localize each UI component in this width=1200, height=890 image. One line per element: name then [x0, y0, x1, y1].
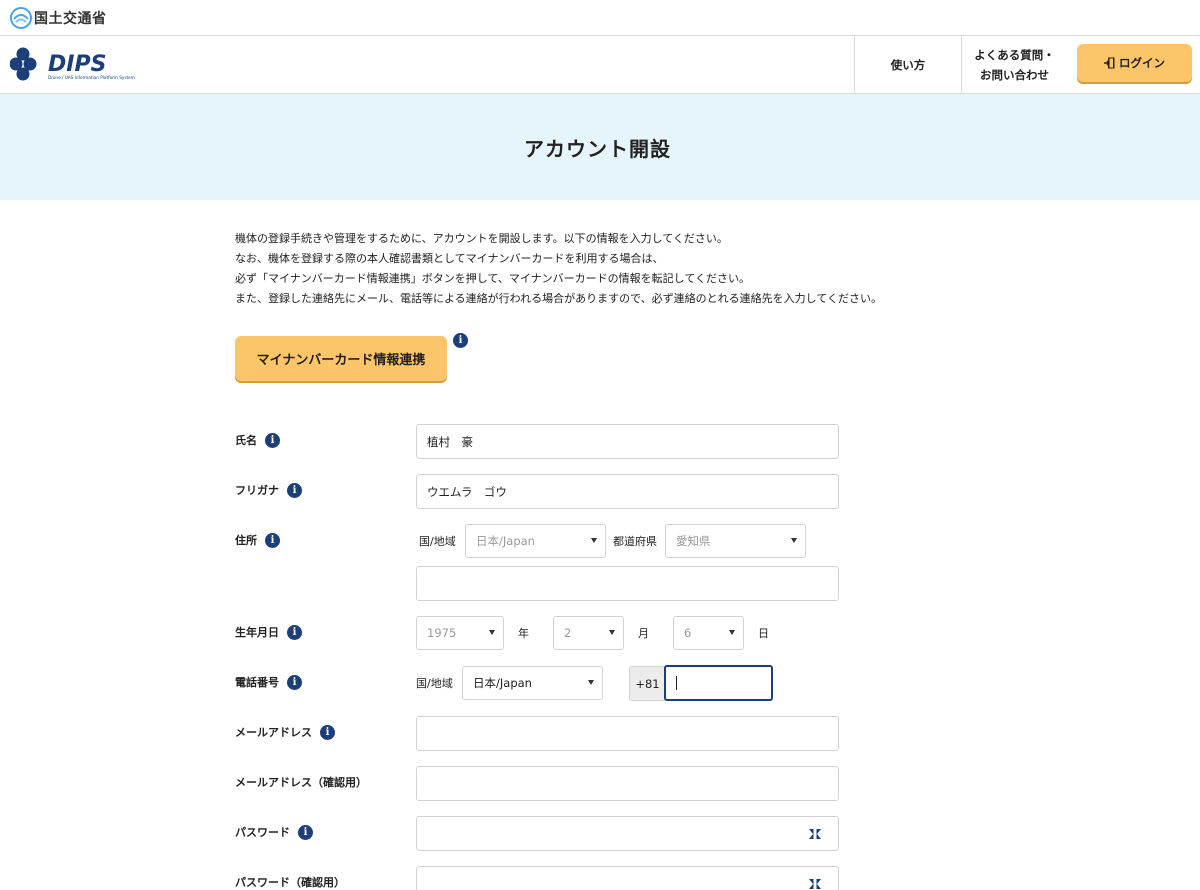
phone-prefix: +81: [629, 666, 665, 701]
nav-faq-label-line2: お問い合わせ: [980, 68, 1049, 82]
prefecture-label: 都道府県: [613, 535, 657, 548]
birth-month-select[interactable]: 2: [553, 616, 624, 650]
chevron-down-icon: [489, 630, 495, 635]
ministry-name[interactable]: 国土交通省: [34, 8, 107, 28]
birthdate-label-text: 生年月日: [235, 626, 279, 639]
password-confirm-label: パスワード（確認用）: [235, 874, 345, 890]
intro-line-4: また、登録した連絡先にメール、電話等による連絡が行われる場合がありますので、必ず…: [235, 292, 883, 305]
address-country-label: 国/地域: [419, 535, 456, 548]
password-label: パスワード i: [235, 824, 313, 840]
phone-prefix-value: +81: [635, 676, 660, 691]
birth-month-value: 2: [564, 626, 572, 640]
show-password-icon[interactable]: [808, 878, 822, 890]
name-label: 氏名 i: [235, 432, 280, 448]
text-cursor: [676, 676, 677, 690]
page-title: アカウント開設: [524, 137, 671, 161]
prefecture-value: 愛知県: [676, 534, 711, 548]
logo-text: DIPS: [48, 52, 106, 77]
intro-text: 機体の登録手続きや管理をするために、アカウントを開設します。以下の情報を入力して…: [235, 229, 955, 309]
phone-label-text: 電話番号: [235, 676, 279, 689]
email-label: メールアドレス i: [235, 724, 335, 740]
email-confirm-label: メールアドレス（確認用）: [235, 774, 367, 790]
info-icon[interactable]: i: [287, 624, 302, 640]
chevron-down-icon: [729, 630, 735, 635]
address-detail-input[interactable]: [416, 566, 839, 601]
birth-year-value: 1975: [427, 626, 457, 640]
ministry-bar: 国土交通省: [0, 0, 1200, 36]
name-input-value: 植村 豪: [427, 434, 473, 449]
email-label-text: メールアドレス: [235, 726, 312, 739]
intro-line-3: 必ず「マイナンバーカード情報連携」ボタンを押して、マイナンバーカードの情報を転記…: [235, 272, 751, 285]
password-input[interactable]: [416, 816, 839, 851]
nav-faq-label-line1: よくある質問・: [974, 48, 1055, 62]
door-icon: [1104, 57, 1115, 69]
info-icon[interactable]: i: [298, 824, 313, 840]
birth-year-select[interactable]: 1975: [416, 616, 504, 650]
furigana-label-text: フリガナ: [235, 484, 279, 497]
mynumber-link-button[interactable]: マイナンバーカード情報連携: [235, 336, 447, 381]
email-confirm-input[interactable]: [416, 766, 839, 801]
month-unit: 月: [638, 627, 649, 640]
chevron-down-icon: [591, 538, 597, 543]
birthdate-label: 生年月日 i: [235, 624, 302, 640]
birth-day-value: 6: [684, 626, 692, 640]
chevron-down-icon: [609, 630, 615, 635]
chevron-down-icon: [791, 538, 797, 543]
chevron-down-icon: [588, 680, 594, 685]
info-icon[interactable]: i: [320, 724, 335, 740]
furigana-input-value: ウエムラ ゴウ: [427, 484, 507, 499]
email-confirm-label-text: メールアドレス（確認用）: [235, 776, 367, 789]
password-label-text: パスワード: [235, 826, 290, 839]
nav-faq-link[interactable]: よくある質問・ お問い合わせ: [961, 36, 1067, 94]
day-unit: 日: [758, 627, 769, 640]
address-country-value: 日本/Japan: [476, 534, 535, 548]
mlit-logo-icon: [10, 7, 32, 29]
year-unit: 年: [518, 627, 529, 640]
phone-input[interactable]: [664, 665, 773, 701]
info-icon[interactable]: i: [287, 482, 302, 498]
info-icon[interactable]: i: [265, 432, 280, 448]
address-label: 住所 i: [235, 532, 280, 548]
login-button-label: ログイン: [1119, 58, 1165, 70]
nav-howto-link[interactable]: 使い方: [854, 36, 961, 94]
prefecture-select[interactable]: 愛知県: [665, 524, 806, 558]
password-confirm-label-text: パスワード（確認用）: [235, 876, 345, 889]
address-label-text: 住所: [235, 534, 257, 547]
phone-country-value: 日本/Japan: [473, 676, 532, 690]
site-header: DIPS Drone / UAS Information Platform Sy…: [0, 36, 1200, 94]
login-button[interactable]: ログイン: [1077, 44, 1192, 82]
password-confirm-input[interactable]: [416, 866, 839, 890]
nav-howto-label: 使い方: [890, 58, 926, 72]
info-icon[interactable]: i: [287, 674, 302, 690]
info-icon[interactable]: i: [265, 532, 280, 548]
furigana-input[interactable]: ウエムラ ゴウ: [416, 474, 839, 509]
intro-line-1: 機体の登録手続きや管理をするために、アカウントを開設します。以下の情報を入力して…: [235, 232, 728, 245]
intro-line-2: なお、機体を登録する際の本人確認書類としてマイナンバーカードを利用する場合は、: [235, 252, 664, 265]
phone-label: 電話番号 i: [235, 674, 302, 690]
show-password-icon[interactable]: [808, 828, 822, 840]
name-input[interactable]: 植村 豪: [416, 424, 839, 459]
birth-day-select[interactable]: 6: [673, 616, 744, 650]
info-icon[interactable]: i: [453, 333, 468, 348]
address-country-select[interactable]: 日本/Japan: [465, 524, 606, 558]
phone-country-label: 国/地域: [416, 677, 453, 690]
logo-subtext: Drone / UAS Information Platform System: [48, 75, 135, 80]
name-label-text: 氏名: [235, 434, 257, 447]
email-input[interactable]: [416, 716, 839, 751]
dips-logo[interactable]: DIPS Drone / UAS Information Platform Sy…: [10, 46, 155, 86]
phone-country-select[interactable]: 日本/Japan: [462, 666, 603, 700]
furigana-label: フリガナ i: [235, 482, 302, 498]
